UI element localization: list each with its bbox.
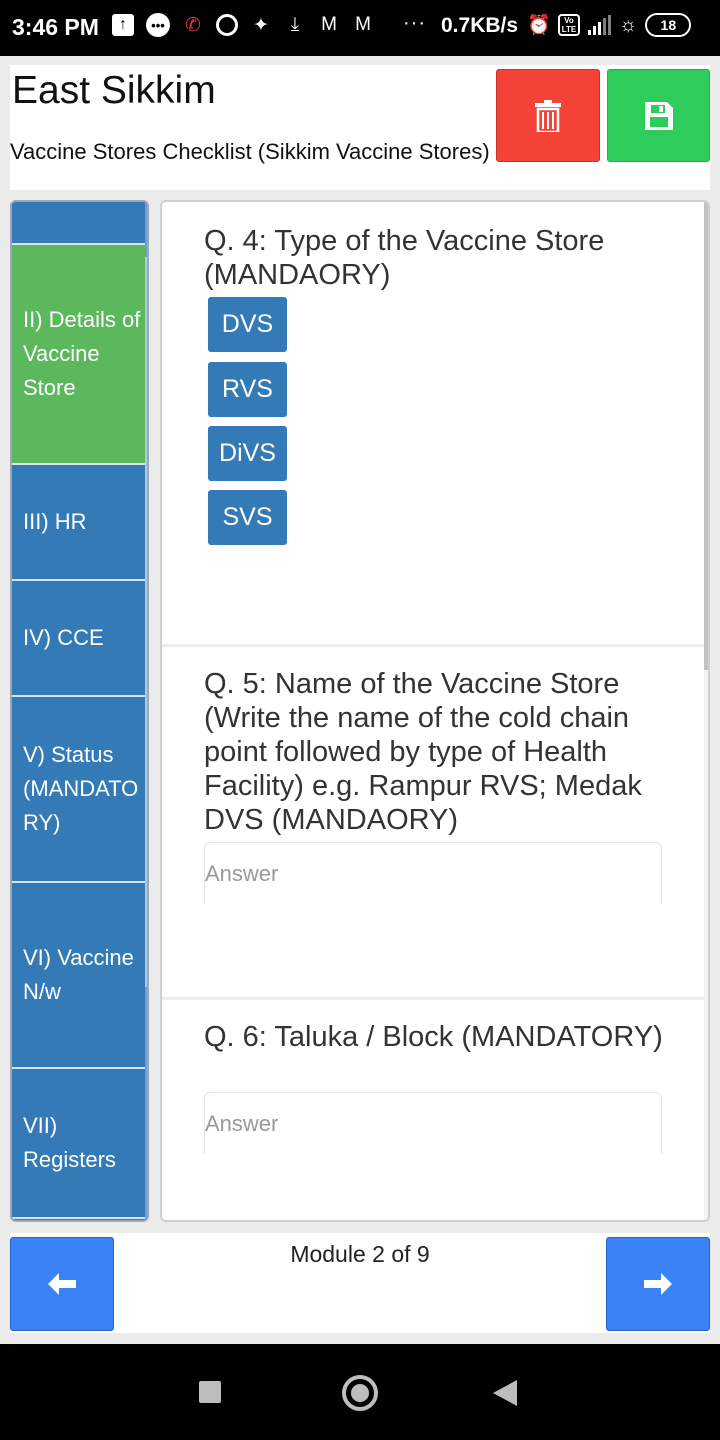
delete-button[interactable] — [496, 69, 600, 162]
battery-icon: 18 — [645, 13, 692, 37]
question-card-q6: Q. 6: Taluka / Block (MANDATORY) — [162, 1000, 704, 1220]
sidebar-item-details-of-vaccine-store[interactable]: II) Details of Vaccine Store — [12, 245, 145, 465]
question-panel: Q. 4: Type of the Vaccine Store (MANDAOR… — [160, 200, 710, 1222]
sidebar-item-label: V) Status (MANDATORY) — [23, 742, 139, 835]
sidebar-item-label: VI) Vaccine N/w — [23, 945, 134, 1004]
volte-icon: Vo LTE — [558, 14, 580, 36]
module-progress: Module 2 of 9 — [290, 1241, 430, 1267]
status-bar: 3:46 PM ↑ ••• ✆ ✦ ⤓ M M ··· 0.7KB/s ⏰ Vo… — [0, 0, 720, 56]
sidebar-item-label: II) Details of Vaccine Store — [23, 307, 141, 400]
save-button[interactable] — [607, 69, 710, 162]
question-card-q5: Q. 5: Name of the Vaccine Store (Write t… — [162, 647, 704, 1000]
floppy-disk-icon — [644, 101, 673, 130]
more-notifications-icon: ··· — [403, 12, 426, 34]
missed-call-icon: ✆ — [185, 14, 201, 36]
page-header: East Sikkim Vaccine Stores Checklist (Si… — [10, 65, 710, 190]
arrow-right-icon — [644, 1273, 672, 1295]
circle-notification-icon — [216, 14, 238, 36]
question-text: Q. 6: Taluka / Block (MANDATORY) — [204, 1021, 663, 1053]
wifi-icon: ☼ — [619, 13, 638, 36]
chat-bubble-icon: ••• — [146, 13, 170, 37]
previous-module-button[interactable] — [10, 1237, 114, 1331]
network-speed: 0.7KB/s — [441, 14, 519, 37]
recents-square-icon[interactable] — [199, 1381, 221, 1403]
sidebar-item-registers[interactable]: VII) Registers — [12, 1069, 145, 1219]
panel-scrollbar-thumb[interactable] — [704, 202, 708, 670]
next-module-button[interactable] — [606, 1237, 710, 1331]
trash-icon — [535, 99, 561, 132]
sidebar-item-label: VII) Registers — [23, 1113, 116, 1172]
system-status-icons: ⏰ Vo LTE ☼ 18 — [527, 12, 692, 38]
question-card-q4: Q. 4: Type of the Vaccine Store (MANDAOR… — [162, 202, 704, 647]
back-triangle-icon[interactable] — [493, 1380, 517, 1406]
page-title: East Sikkim — [12, 69, 216, 112]
sidebar-item-previous[interactable] — [12, 202, 145, 245]
question-text: Q. 4: Type of the Vaccine Store (MANDAOR… — [204, 225, 605, 291]
home-circle-icon[interactable] — [342, 1375, 378, 1411]
status-time: 3:46 PM — [12, 14, 99, 40]
question-text: Q. 5: Name of the Vaccine Store (Write t… — [204, 668, 642, 836]
sidebar-item-status[interactable]: V) Status (MANDATORY) — [12, 697, 145, 883]
upload-icon: ↑ — [112, 14, 134, 36]
module-footer: Module 2 of 9 — [10, 1233, 710, 1333]
module-sidebar: II) Details of Vaccine Store III) HR IV)… — [10, 200, 149, 1222]
system-navigation-bar — [0, 1344, 720, 1440]
option-button-rvs[interactable]: RVS — [208, 362, 287, 417]
option-button-svs[interactable]: SVS — [208, 490, 287, 545]
alarm-off-icon: ⏰ — [527, 15, 551, 36]
sidebar-item-vaccine-network[interactable]: VI) Vaccine N/w — [12, 883, 145, 1069]
sidebar-item-label: IV) CCE — [23, 625, 104, 650]
sidebar-scrollbar[interactable] — [145, 202, 147, 1220]
sidebar-item-label: III) HR — [23, 509, 87, 534]
download-icon: ⤓ — [290, 14, 300, 35]
option-button-dvs[interactable]: DVS — [208, 297, 287, 352]
sidebar-scrollbar-thumb[interactable] — [145, 257, 147, 987]
sidebar-item-cce[interactable]: IV) CCE — [12, 581, 145, 697]
gmail-icon-2: M — [355, 14, 371, 35]
answer-input-q5[interactable] — [204, 842, 662, 904]
signal-strength-icon — [588, 15, 611, 35]
gmail-icon: M — [321, 14, 337, 35]
sidebar-item-hr[interactable]: III) HR — [12, 465, 145, 581]
option-button-divs[interactable]: DiVS — [208, 426, 287, 481]
notification-icons: ↑ ••• ✆ ✦ ⤓ M M — [112, 12, 374, 38]
twitter-icon: ✦ — [253, 14, 269, 36]
arrow-left-icon — [48, 1273, 76, 1295]
answer-input-q6[interactable] — [204, 1092, 662, 1154]
panel-scrollbar[interactable] — [704, 202, 708, 1220]
page-subtitle: Vaccine Stores Checklist (Sikkim Vaccine… — [10, 139, 490, 164]
